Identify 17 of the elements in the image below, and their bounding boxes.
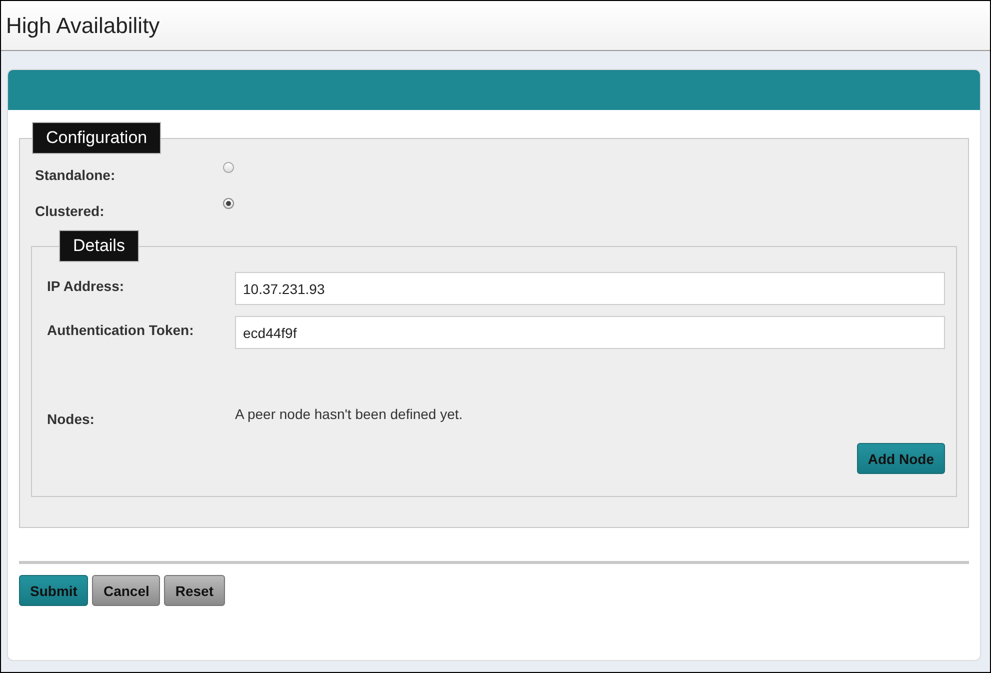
page-title: High Availability bbox=[6, 12, 160, 38]
input-field[interactable]: 10.37.231.93 bbox=[235, 272, 945, 305]
input-field[interactable]: ecd44f9f bbox=[235, 316, 945, 349]
radio-button[interactable] bbox=[223, 198, 234, 208]
radio-button[interactable] bbox=[223, 162, 234, 172]
option-label: Clustered: bbox=[34, 203, 106, 219]
section-title: Configuration bbox=[32, 122, 162, 154]
field-label: Authentication Token: bbox=[47, 321, 195, 338]
field-label: Nodes: bbox=[47, 411, 96, 427]
form-button[interactable]: Reset bbox=[164, 575, 225, 606]
add-node-button[interactable]: Add Node bbox=[856, 443, 945, 474]
option-label: Standalone: bbox=[34, 167, 116, 183]
section-title: Details bbox=[59, 230, 139, 262]
nodes-message: A peer node hasn't been defined yet. bbox=[235, 406, 463, 422]
submit-button[interactable]: Submit bbox=[19, 575, 88, 606]
form-button[interactable]: Cancel bbox=[92, 575, 160, 606]
field-label: IP Address: bbox=[47, 277, 126, 294]
